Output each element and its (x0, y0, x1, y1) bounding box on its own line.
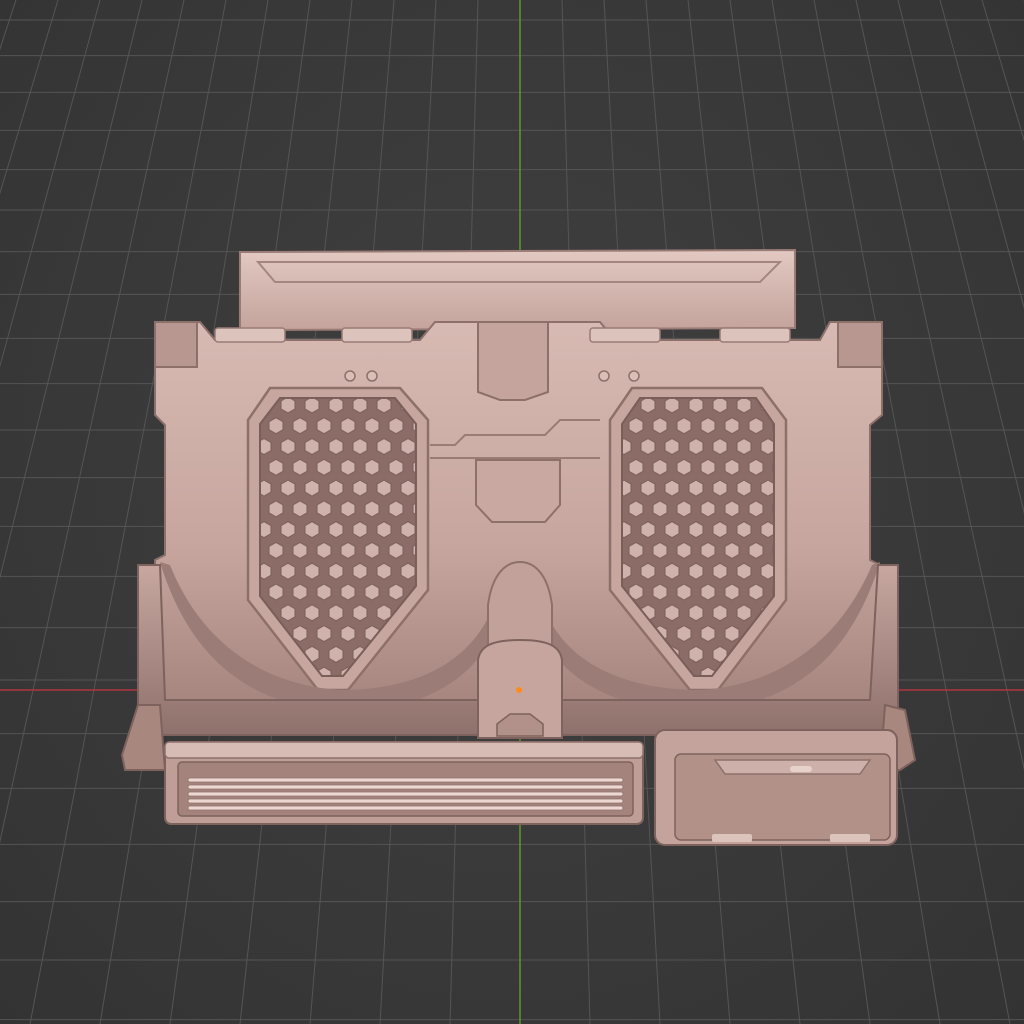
screw-icon (628, 370, 640, 382)
grid-line (855, 0, 1024, 771)
side-box-handle (790, 766, 812, 772)
slot-detail (589, 327, 661, 343)
top-notch-left (154, 321, 198, 368)
vent-slat (187, 791, 624, 797)
vent-slat (187, 777, 624, 783)
side-box-clip (830, 834, 870, 842)
grid-line (981, 0, 1024, 142)
side-box-clip (712, 834, 752, 842)
top-center-block (477, 321, 549, 401)
grid-line (0, 0, 143, 580)
slot-detail (719, 327, 791, 343)
vent-slat (187, 798, 624, 804)
slot-detail (214, 327, 286, 343)
3d-viewport[interactable] (0, 0, 1024, 1024)
viewport-canvas[interactable] (0, 0, 1024, 1024)
grid-line (897, 0, 1024, 515)
screw-icon (598, 370, 610, 382)
origin-marker-icon (516, 687, 522, 693)
vent-slat (187, 784, 624, 790)
vent-slat (187, 805, 624, 811)
3d-model[interactable] (120, 248, 917, 846)
grid-line (0, 0, 17, 51)
slot-detail (341, 327, 413, 343)
center-shield-panel (475, 459, 561, 523)
grid-line (0, 0, 185, 844)
grid-line (0, 0, 59, 195)
screw-icon (344, 370, 356, 382)
top-notch-right (837, 321, 883, 368)
vent-module-top-bar (164, 741, 644, 759)
left-foot (120, 704, 167, 771)
screw-icon (366, 370, 378, 382)
grid-line (939, 0, 1024, 310)
grid-line (0, 0, 101, 368)
